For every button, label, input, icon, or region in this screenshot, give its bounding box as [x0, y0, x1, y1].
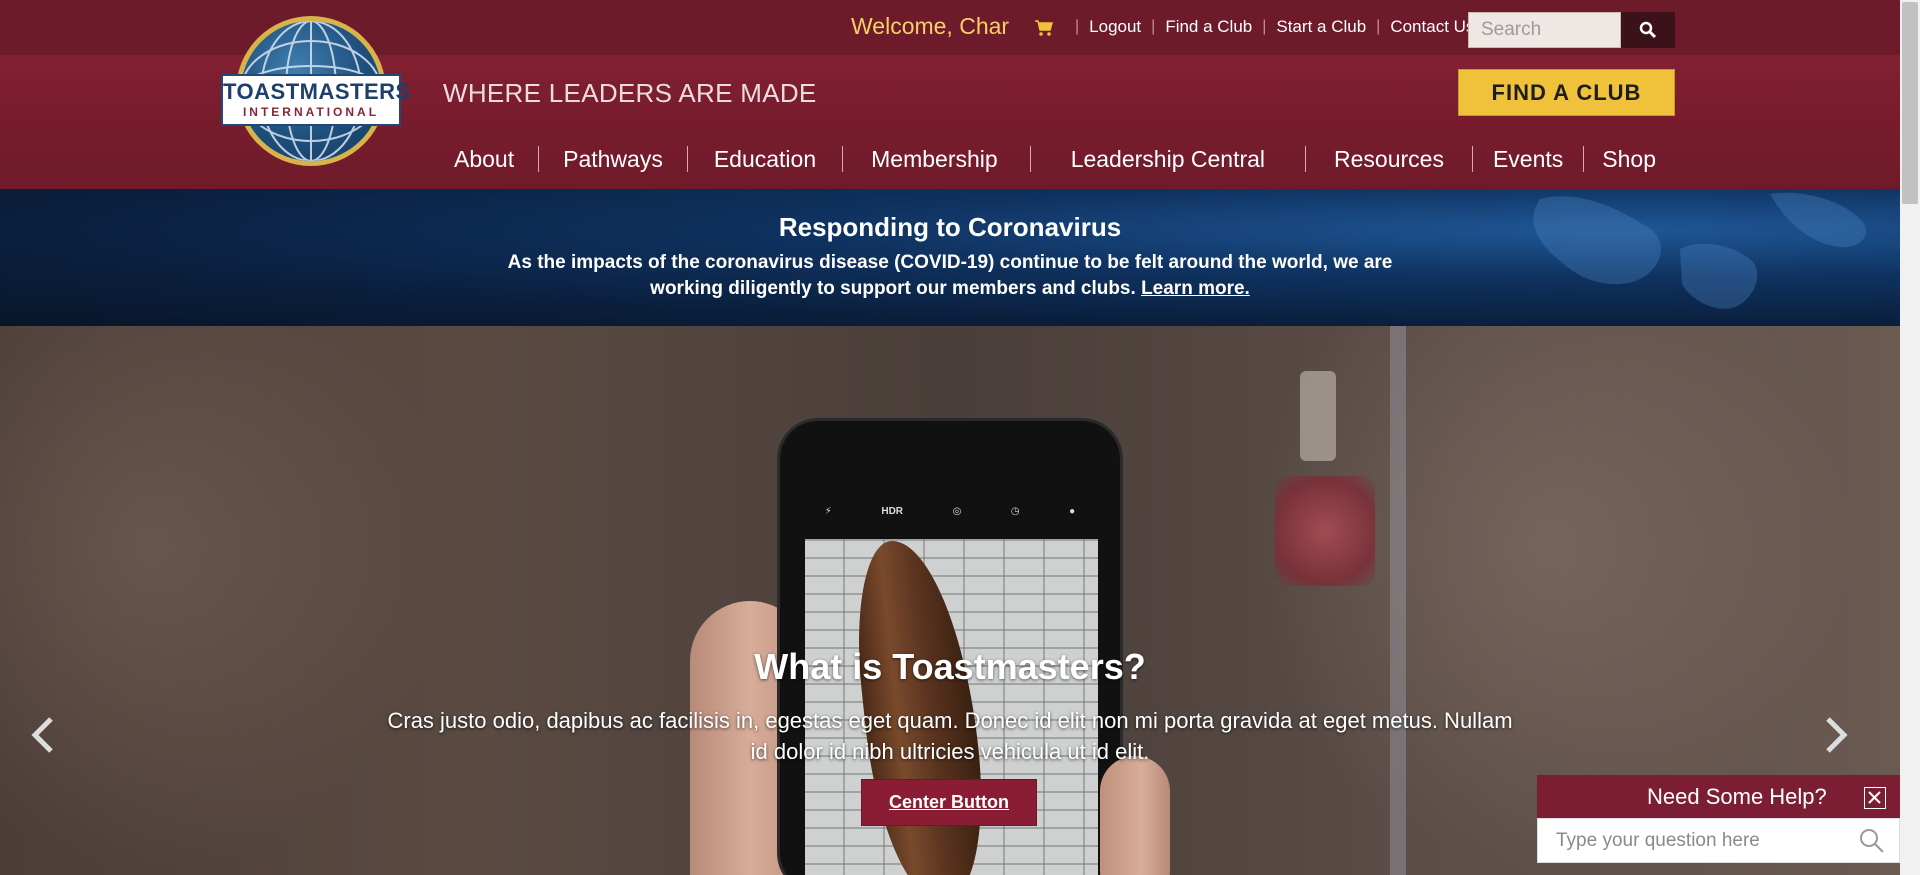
search-input[interactable]	[1468, 12, 1621, 48]
search-button[interactable]	[1621, 12, 1675, 48]
hero-background	[1300, 371, 1336, 461]
welcome-message: Welcome, Char	[851, 13, 1010, 39]
nav-leadership-central[interactable]: Leadership Central	[1031, 142, 1305, 176]
tagline: WHERE LEADERS ARE MADE	[443, 78, 817, 108]
nav-membership[interactable]: Membership	[843, 142, 1030, 176]
close-icon	[1868, 791, 1881, 804]
hdr-label: HDR	[881, 506, 904, 517]
nav-pathways[interactable]: Pathways	[539, 142, 687, 176]
main-nav: About Pathways Education Membership Lead…	[430, 142, 1674, 176]
covid-banner: Responding to Coronavirus As the impacts…	[0, 189, 1900, 326]
search-icon[interactable]	[1859, 828, 1885, 854]
center-button[interactable]: Center Button	[861, 779, 1037, 826]
toastmasters-logo[interactable]: TOASTMASTERS INTERNATIONAL	[221, 16, 411, 166]
scrollbar-thumb[interactable]	[1902, 2, 1918, 204]
hero-background	[0, 326, 450, 875]
help-question-input[interactable]	[1537, 818, 1900, 863]
covid-title: Responding to Coronavirus	[778, 212, 1122, 242]
learn-more-link[interactable]: Learn more.	[1141, 278, 1250, 299]
nav-education[interactable]: Education	[688, 142, 842, 176]
nav-events[interactable]: Events	[1473, 142, 1583, 176]
logo-plate: TOASTMASTERS INTERNATIONAL	[221, 74, 411, 126]
hero-background	[1275, 476, 1375, 586]
find-a-club-button[interactable]: FIND A CLUB	[1458, 69, 1675, 116]
covid-text: As the impacts of the coronavirus diseas…	[500, 250, 1400, 302]
hand-image	[1100, 756, 1170, 875]
divider: |	[1151, 18, 1156, 35]
hero-title: What is Toastmasters?	[754, 646, 1146, 687]
hero-description: Cras justo odio, dapibus ac facilisis in…	[387, 708, 1513, 764]
camera-controls: ⚡ HDR ◎ ◷ ●	[800, 489, 1100, 534]
live-photo-icon: ◎	[952, 506, 962, 517]
cart-icon[interactable]	[1034, 19, 1054, 37]
help-title: Need Some Help?	[1647, 784, 1827, 809]
timer-icon: ◷	[1010, 506, 1020, 517]
filters-icon: ●	[1069, 506, 1076, 517]
search-icon	[1639, 21, 1657, 39]
start-a-club-link[interactable]: Start a Club	[1276, 17, 1366, 37]
covid-message: As the impacts of the coronavirus diseas…	[507, 252, 1393, 299]
help-widget: Need Some Help?	[1537, 775, 1900, 863]
flash-icon: ⚡	[824, 506, 832, 517]
nav-resources[interactable]: Resources	[1306, 142, 1472, 176]
site-header: TOASTMASTERS INTERNATIONAL Welcome, Char…	[0, 0, 1900, 189]
chevron-left-icon	[31, 717, 53, 753]
divider: |	[1262, 18, 1267, 35]
world-map-graphic	[1533, 192, 1867, 309]
carousel-prev-button[interactable]	[24, 710, 64, 760]
page-scrollbar[interactable]	[1900, 0, 1920, 875]
help-header: Need Some Help?	[1537, 775, 1900, 818]
carousel-next-button[interactable]	[1815, 710, 1855, 760]
logo-subtitle: INTERNATIONAL	[242, 105, 380, 119]
nav-shop[interactable]: Shop	[1584, 142, 1674, 176]
help-close-button[interactable]	[1864, 787, 1886, 809]
logout-link[interactable]: Logout	[1089, 17, 1141, 37]
hero-background	[1390, 326, 1406, 875]
nav-about[interactable]: About	[430, 142, 538, 176]
divider: |	[1075, 18, 1080, 35]
logo-wordmark: TOASTMASTERS	[223, 79, 411, 104]
find-a-club-link[interactable]: Find a Club	[1165, 17, 1252, 37]
site-search	[1468, 12, 1675, 48]
utility-links: | Logout | Find a Club | Start a Club | …	[1065, 17, 1474, 37]
divider: |	[1376, 18, 1381, 35]
chevron-right-icon	[1826, 717, 1848, 753]
contact-us-link[interactable]: Contact Us	[1390, 17, 1474, 37]
